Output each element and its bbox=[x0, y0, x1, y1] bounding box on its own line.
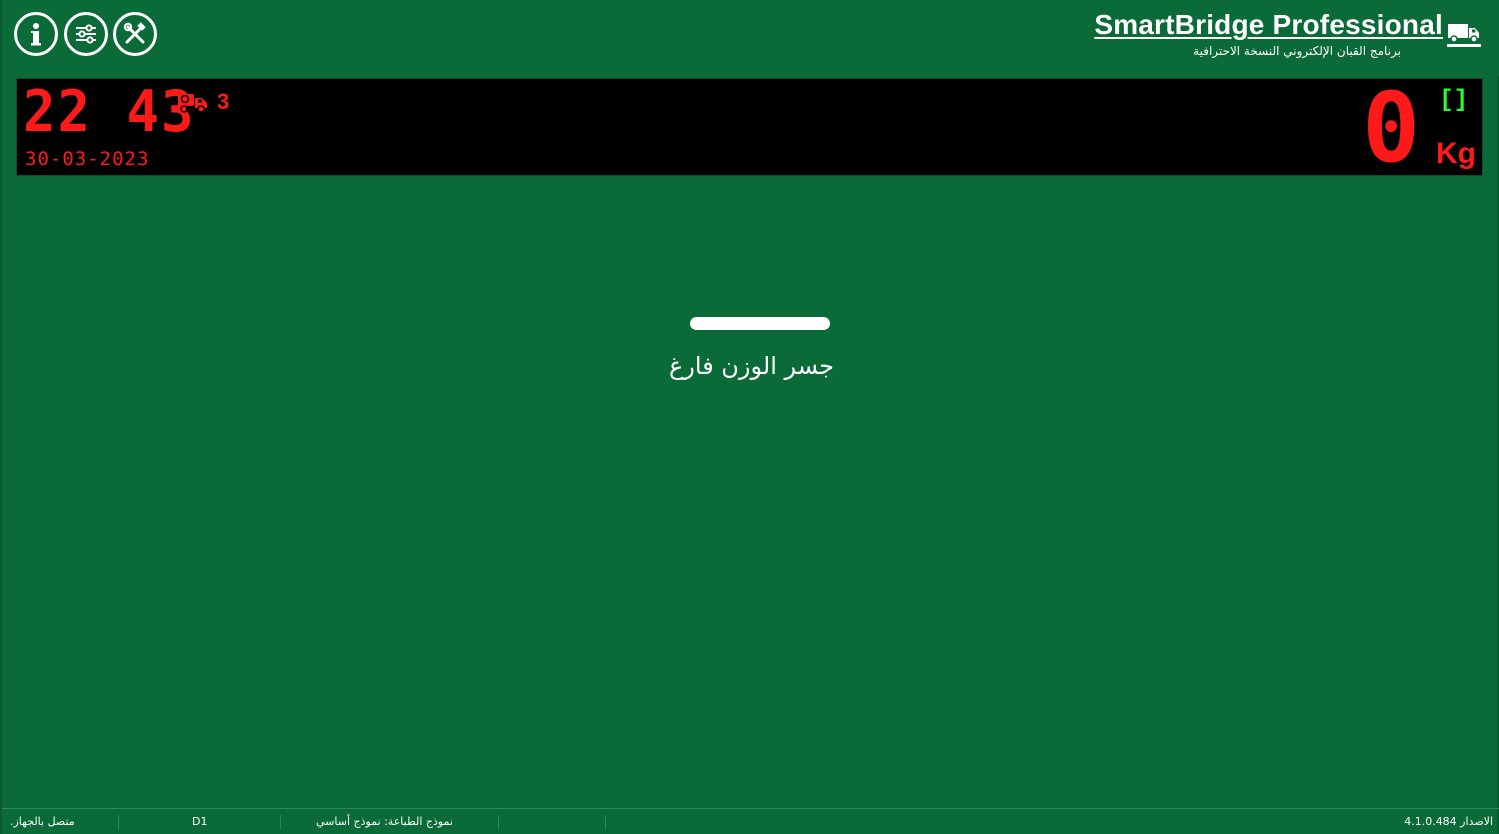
status-separator bbox=[118, 815, 119, 829]
app-window: SmartBridge Professional برنامج القبان ا… bbox=[0, 0, 1499, 834]
truck-count-value: 3 bbox=[217, 89, 230, 114]
stable-indicator: [] bbox=[1439, 87, 1468, 114]
status-print-template: نموذج الطباعة: نموذج أساسي bbox=[316, 815, 453, 828]
info-icon bbox=[31, 23, 41, 46]
clock-time: 22 43 bbox=[23, 78, 196, 145]
clock-date: 30-03-2023 bbox=[25, 148, 150, 170]
weighbridge-platform-icon bbox=[690, 317, 830, 330]
status-version: الاصدار 4.1.0.484 bbox=[1404, 815, 1493, 828]
status-separator bbox=[605, 815, 606, 829]
weight-unit: Kg bbox=[1436, 137, 1476, 170]
truck-scale-icon bbox=[1447, 24, 1481, 47]
sliders-icon bbox=[76, 24, 96, 44]
info-button[interactable] bbox=[14, 12, 58, 56]
brand-text: SmartBridge Professional برنامج القبان ا… bbox=[1094, 8, 1443, 58]
settings-button[interactable] bbox=[64, 12, 108, 56]
status-separator bbox=[280, 815, 281, 829]
app-title: SmartBridge Professional bbox=[1094, 9, 1443, 40]
led-display-panel: 22 43 30-03-2023 3 0 [] Kg bbox=[16, 78, 1483, 176]
truck-counter: 3 bbox=[177, 89, 229, 115]
status-separator bbox=[498, 815, 499, 829]
tools-icon bbox=[123, 22, 146, 44]
status-connection: .متصل بالجهاز bbox=[10, 815, 75, 828]
weight-value: 0 bbox=[1362, 72, 1420, 184]
status-device: D1 bbox=[192, 815, 208, 828]
app-subtitle: برنامج القبان الإلكتروني النسخة الاحتراف… bbox=[1193, 44, 1401, 58]
brand: SmartBridge Professional برنامج القبان ا… bbox=[1094, 8, 1481, 68]
top-toolbar: SmartBridge Professional برنامج القبان ا… bbox=[2, 0, 1499, 76]
main-area: جسر الوزن فارغ bbox=[2, 176, 1499, 808]
status-bar: .متصل بالجهاز D1 نموذج الطباعة: نموذج أس… bbox=[2, 808, 1499, 834]
bridge-status-text: جسر الوزن فارغ bbox=[668, 352, 835, 380]
tools-button[interactable] bbox=[113, 12, 157, 56]
truck-icon bbox=[178, 94, 207, 113]
